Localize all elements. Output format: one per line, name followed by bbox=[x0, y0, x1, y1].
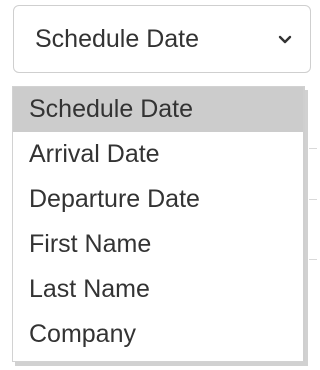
option-departure-date[interactable]: Departure Date bbox=[13, 177, 303, 222]
page: Schedule Date Schedule Date Arrival Date… bbox=[0, 0, 317, 370]
option-first-name[interactable]: First Name bbox=[13, 222, 303, 267]
chevron-down-icon bbox=[274, 29, 296, 51]
select-current-value: Schedule Date bbox=[35, 24, 200, 53]
sort-by-select[interactable]: Schedule Date bbox=[13, 5, 311, 73]
option-arrival-date[interactable]: Arrival Date bbox=[13, 132, 303, 177]
background-divider bbox=[309, 199, 317, 200]
select-options-list[interactable]: Schedule Date Arrival Date Departure Dat… bbox=[12, 86, 305, 362]
option-company[interactable]: Company bbox=[13, 312, 303, 357]
background-divider bbox=[309, 259, 317, 260]
option-last-name[interactable]: Last Name bbox=[13, 267, 303, 312]
background-divider bbox=[309, 148, 317, 149]
option-schedule-date[interactable]: Schedule Date bbox=[13, 87, 303, 132]
